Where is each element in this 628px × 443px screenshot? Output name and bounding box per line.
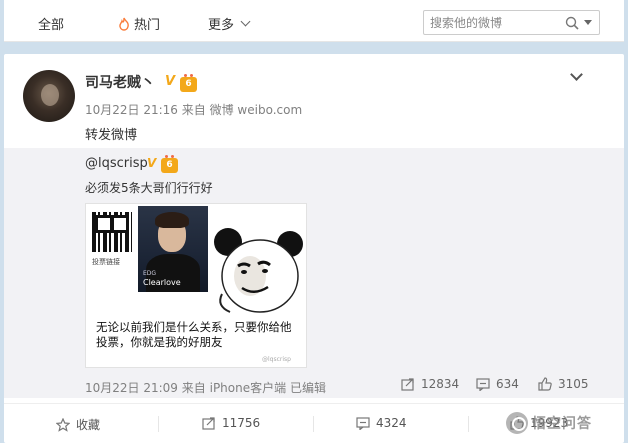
avatar-face — [41, 84, 59, 106]
vip-crown-icon[interactable]: 6 — [161, 155, 178, 173]
tab-more[interactable]: 更多 — [208, 14, 251, 33]
verified-icon: V — [147, 156, 157, 170]
repost-like-count: 3105 — [558, 377, 589, 391]
weibo-card: 司马老贼丶 V 6 10月22日 21:16 来自 微博 weibo.com 转… — [4, 54, 624, 443]
thumbs-up-icon — [538, 377, 552, 391]
wukong-logo-icon — [506, 412, 528, 434]
repost-forward-stat[interactable]: 12834 — [401, 377, 459, 391]
search-input[interactable] — [430, 14, 558, 32]
player-hair — [155, 212, 189, 228]
verified-icon: V — [165, 74, 176, 89]
image-watermark: @lqscrisp — [262, 356, 291, 363]
qr-code — [92, 212, 132, 252]
chevron-down-icon[interactable] — [570, 68, 583, 81]
tab-hot-label: 热门 — [134, 18, 161, 33]
player-photo: EDG Clearlove — [138, 206, 208, 292]
repost-author[interactable]: @lqscrisp — [85, 156, 148, 171]
repost-meta: 10月22日 21:09 来自 iPhone客户端 已编辑 — [85, 379, 326, 396]
star-icon — [56, 417, 70, 432]
tab-hot[interactable]: 热门 — [118, 14, 160, 33]
repost-image[interactable]: 投票链接 EDG Clearlove 无论以前我们是什么关系，只要你给他投票，你… — [85, 203, 307, 368]
divider — [468, 416, 469, 432]
player-team: EDG — [143, 270, 157, 277]
post-timestamp[interactable]: 10月22日 21:16 — [85, 103, 178, 117]
repost-source[interactable]: iPhone客户端 — [210, 381, 287, 395]
repost-edited[interactable]: 已编辑 — [290, 381, 326, 395]
tab-all-label: 全部 — [38, 18, 65, 33]
post-source[interactable]: 微博 weibo.com — [210, 103, 303, 117]
search-box — [423, 10, 600, 35]
panda-meme-icon — [214, 228, 303, 313]
repost-block: @lqscrisp V 6 必须发5条大哥们行行好 投票链接 EDG Clear… — [4, 148, 624, 398]
comment-icon — [476, 378, 490, 391]
share-icon — [401, 378, 414, 391]
tab-more-label: 更多 — [208, 18, 235, 33]
repost-button[interactable]: 11756 — [202, 416, 260, 430]
repost-text: 必须发5条大哥们行行好 — [85, 181, 213, 195]
watermark-logo: 悟空问答 — [506, 410, 620, 436]
author-name[interactable]: 司马老贼丶 — [85, 72, 155, 92]
repost-forward-count: 12834 — [421, 377, 460, 391]
divider — [313, 416, 314, 432]
avatar[interactable] — [23, 70, 75, 122]
repost-comment-stat[interactable]: 634 — [476, 377, 519, 391]
search-dropdown-icon[interactable] — [584, 20, 592, 25]
search-icon[interactable] — [565, 16, 579, 30]
favorite-label: 收藏 — [76, 418, 101, 432]
repost-count: 11756 — [222, 416, 261, 430]
player-name: Clearlove — [143, 278, 181, 287]
repost-source-prefix: 来自 — [181, 381, 206, 395]
repost-timestamp[interactable]: 10月22日 21:09 — [85, 381, 178, 395]
post-text: 转发微博 — [85, 128, 138, 143]
comment-button[interactable]: 4324 — [356, 416, 407, 430]
comment-icon — [356, 417, 370, 430]
qr-caption: 投票链接 — [92, 258, 120, 266]
meme-text: 无论以前我们是什么关系，只要你给他投票，你就是我的好朋友 — [96, 320, 292, 349]
watermark-text: 悟空问答 — [532, 416, 592, 432]
vip-crown-icon[interactable]: 6 — [180, 74, 197, 92]
post-meta: 10月22日 21:16 来自 微博 weibo.com — [85, 101, 302, 118]
tab-all[interactable]: 全部 — [38, 14, 64, 33]
divider — [158, 416, 159, 432]
share-icon — [202, 417, 215, 430]
chevron-down-icon — [240, 16, 251, 27]
comment-count: 4324 — [376, 416, 407, 430]
flame-icon — [119, 17, 129, 31]
top-nav-bar: 全部 热门 更多 — [4, 0, 624, 42]
repost-comment-count: 634 — [496, 377, 519, 391]
action-bar: 收藏 11756 4324 19923 悟空问答 — [4, 403, 624, 443]
post-source-prefix: 来自 — [181, 103, 206, 117]
repost-like-stat[interactable]: 3105 — [538, 377, 589, 391]
favorite-button[interactable]: 收藏 — [56, 416, 100, 433]
